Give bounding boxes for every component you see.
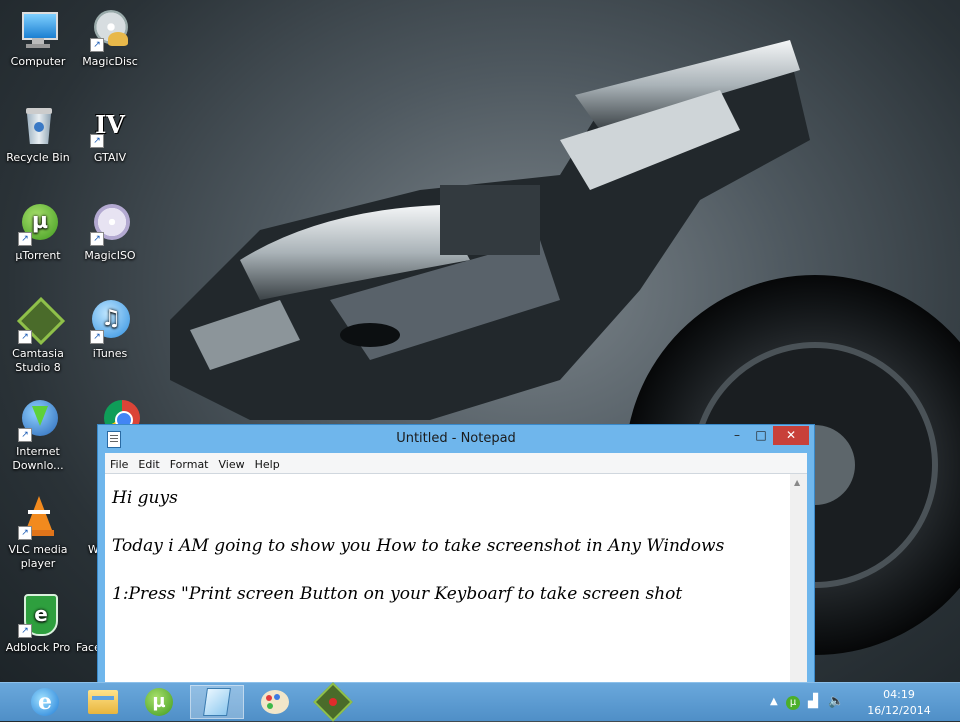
internet-download-manager-icon: ↗ — [16, 398, 60, 442]
minimize-button[interactable]: – — [725, 426, 749, 445]
notepad-titlebar[interactable]: Untitled - Notepad – □ ✕ — [98, 425, 814, 453]
editor-content[interactable]: Hi guys Today i AM going to show you How… — [112, 488, 783, 632]
recycle-bin-icon — [16, 104, 60, 148]
shortcut-arrow-icon: ↗ — [90, 134, 104, 148]
menu-format[interactable]: Format — [165, 455, 214, 475]
menu-edit[interactable]: Edit — [133, 455, 164, 475]
window-title: Untitled - Notepad — [396, 431, 516, 446]
shortcut-arrow-icon: ↗ — [18, 428, 32, 442]
desktop-icon-gtaiv[interactable]: IV ↗ GTAIV — [72, 104, 148, 165]
taskbar-paint[interactable] — [248, 685, 302, 719]
internet-explorer-icon: e — [31, 688, 59, 716]
network-icon[interactable]: ▟ — [808, 694, 818, 709]
shortcut-arrow-icon: ↗ — [18, 526, 32, 540]
magiciso-icon: ↗ — [88, 202, 132, 246]
menu-file[interactable]: File — [105, 455, 133, 475]
shortcut-arrow-icon: ↗ — [18, 330, 32, 344]
camtasia-icon: ↗ — [16, 296, 66, 346]
vertical-scrollbar[interactable]: ▲ — [790, 474, 807, 685]
editor-line: Today i AM going to show you How to take… — [112, 536, 725, 556]
vlc-icon: ↗ — [16, 496, 60, 540]
taskbar-file-explorer[interactable] — [76, 685, 130, 719]
close-button[interactable]: ✕ — [773, 426, 809, 445]
desktop-icon-computer[interactable]: Computer — [0, 8, 76, 69]
clock-time[interactable]: 04:19 — [864, 688, 934, 701]
gtaiv-icon: IV ↗ — [88, 104, 132, 148]
editor-line: 1:Press "Print screen Button on your Key… — [112, 584, 683, 604]
desktop-icon-itunes[interactable]: ♫ ↗ iTunes — [72, 300, 148, 361]
file-explorer-icon — [88, 690, 118, 714]
shortcut-arrow-icon: ↗ — [90, 330, 104, 344]
maximize-button[interactable]: □ — [749, 426, 773, 445]
shortcut-arrow-icon: ↗ — [18, 624, 32, 638]
camtasia-recorder-icon — [313, 682, 353, 722]
shortcut-arrow-icon: ↗ — [90, 38, 104, 52]
tray-utorrent-icon[interactable]: µ — [786, 694, 800, 710]
desktop-icon-vlc[interactable]: ↗ VLC media player — [0, 496, 76, 571]
desktop-icon-magicdisc[interactable]: ↗ MagicDisc — [72, 8, 148, 69]
taskbar: e µ ▲ µ ▟ 🔈 04:19 16/12/2014 — [0, 682, 960, 722]
menu-view[interactable]: View — [214, 455, 250, 475]
taskbar-internet-explorer[interactable]: e — [18, 685, 72, 719]
shortcut-arrow-icon: ↗ — [18, 232, 32, 246]
desktop-icon-utorrent[interactable]: µ ↗ µTorrent — [0, 202, 76, 263]
desktop-icon-recycle-bin[interactable]: Recycle Bin — [0, 104, 76, 165]
text-editor[interactable]: Hi guys Today i AM going to show you How… — [105, 473, 807, 685]
notepad-window[interactable]: Untitled - Notepad – □ ✕ File Edit Format V… — [97, 424, 815, 686]
menu-bar: File Edit Format View Help — [105, 453, 807, 473]
system-tray: ▲ µ ▟ 🔈 04:19 16/12/2014 — [770, 683, 960, 721]
menu-help[interactable]: Help — [250, 455, 285, 475]
volume-icon[interactable]: 🔈 — [828, 694, 844, 709]
paint-icon — [261, 690, 289, 714]
shortcut-arrow-icon: ↗ — [90, 232, 104, 246]
utorrent-icon: µ — [145, 688, 173, 716]
magicdisc-icon: ↗ — [88, 8, 132, 52]
taskbar-camtasia-recorder[interactable] — [306, 682, 360, 722]
itunes-icon: ♫ ↗ — [88, 300, 132, 344]
notepad-icon — [203, 688, 231, 716]
taskbar-utorrent[interactable]: µ — [132, 685, 186, 719]
desktop-icon-internet-download-manager[interactable]: ↗ Internet Downlo... — [0, 398, 76, 473]
desktop-icon-magiciso[interactable]: ↗ MagicISO — [72, 202, 148, 263]
utorrent-icon: µ ↗ — [16, 202, 60, 246]
editor-line: Hi guys — [112, 488, 178, 508]
desktop-icon-camtasia[interactable]: ↗ Camtasia Studio 8 — [0, 296, 76, 375]
show-hidden-icons-icon[interactable]: ▲ — [770, 696, 778, 707]
desktop-icon-adblock-pro[interactable]: e ↗ Adblock Pro — [0, 594, 76, 655]
computer-icon — [16, 8, 60, 52]
taskbar-notepad[interactable] — [190, 685, 244, 719]
clock-date[interactable]: 16/12/2014 — [864, 704, 934, 717]
scroll-up-icon[interactable]: ▲ — [794, 478, 800, 487]
adblock-pro-icon: e ↗ — [16, 594, 60, 638]
